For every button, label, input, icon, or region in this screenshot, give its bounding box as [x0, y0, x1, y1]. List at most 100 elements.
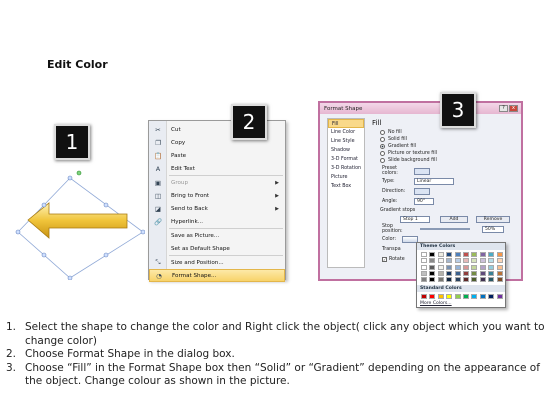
theme-color-swatch[interactable]	[479, 270, 486, 276]
sidebar-item-3d-format[interactable]: 3-D Format	[328, 155, 364, 164]
radio-button[interactable]	[380, 158, 385, 163]
standard-color-swatch[interactable]	[454, 294, 461, 299]
angle-input[interactable]: 90°	[414, 197, 434, 205]
close-button[interactable]: x	[509, 105, 518, 112]
menu-item-send-to-back[interactable]: ◪ Send to Back ▶	[149, 202, 285, 215]
menu-item-format-shape[interactable]: ◔ Format Shape...	[149, 269, 285, 282]
theme-color-swatch[interactable]	[471, 270, 478, 276]
theme-color-swatch[interactable]	[429, 270, 436, 276]
radio-button-selected[interactable]	[380, 144, 385, 149]
theme-color-swatch[interactable]	[496, 277, 503, 283]
type-select[interactable]: Linear	[414, 177, 454, 185]
theme-color-swatch[interactable]	[454, 264, 461, 270]
picture-fill-option[interactable]: Picture or texture fill	[380, 150, 437, 157]
theme-color-swatch[interactable]	[463, 277, 469, 283]
standard-color-swatch[interactable]	[437, 294, 444, 299]
theme-color-swatch[interactable]	[421, 258, 427, 264]
theme-color-swatch[interactable]	[488, 252, 495, 257]
sidebar-item-fill[interactable]: Fill	[328, 119, 364, 128]
radio-button[interactable]	[380, 151, 385, 156]
stop-position-input[interactable]: 50%	[482, 225, 504, 233]
preset-colors-button[interactable]	[414, 167, 430, 175]
standard-color-swatch[interactable]	[496, 294, 503, 299]
sidebar-item-line-style[interactable]: Line Style	[328, 137, 364, 146]
theme-color-swatch[interactable]	[454, 252, 461, 257]
theme-color-swatch[interactable]	[437, 252, 444, 257]
theme-color-swatch[interactable]	[479, 258, 486, 264]
theme-color-swatch[interactable]	[437, 270, 444, 276]
theme-color-swatch[interactable]	[429, 258, 436, 264]
menu-item-edit-text[interactable]: A Edit Text	[149, 162, 285, 175]
selected-shape[interactable]	[15, 170, 146, 281]
theme-color-swatch[interactable]	[421, 264, 427, 270]
theme-color-swatch[interactable]	[421, 277, 427, 283]
menu-item-bring-to-front[interactable]: ◫ Bring to Front ▶	[149, 189, 285, 202]
menu-item-set-as-default-shape[interactable]: Set as Default Shape	[149, 242, 285, 255]
gradient-fill-option[interactable]: Gradient fill	[380, 143, 416, 150]
sidebar-item-picture[interactable]: Picture	[328, 173, 364, 182]
add-stop-button[interactable]: Add	[440, 215, 468, 223]
theme-color-swatch[interactable]	[463, 270, 469, 276]
theme-color-swatch[interactable]	[463, 258, 469, 264]
theme-color-swatch[interactable]	[479, 277, 486, 283]
theme-color-swatch[interactable]	[446, 277, 453, 283]
theme-color-swatch[interactable]	[454, 277, 461, 283]
theme-color-swatch[interactable]	[488, 258, 495, 264]
menu-item-size-and-position[interactable]: ⤡ Size and Position...	[149, 256, 285, 269]
standard-color-swatch[interactable]	[446, 294, 453, 299]
theme-color-swatch[interactable]	[446, 252, 453, 257]
more-colors-link[interactable]: More Colors...	[420, 301, 452, 306]
sidebar-item-shadow[interactable]: Shadow	[328, 146, 364, 155]
theme-color-swatch[interactable]	[496, 270, 503, 276]
theme-color-swatch[interactable]	[496, 252, 503, 257]
sidebar-item-3d-rotation[interactable]: 3-D Rotation	[328, 164, 364, 173]
theme-color-swatch[interactable]	[471, 258, 478, 264]
theme-color-swatch[interactable]	[437, 277, 444, 283]
standard-color-swatch[interactable]	[429, 294, 436, 299]
theme-color-swatch[interactable]	[437, 264, 444, 270]
rotate-checkbox[interactable]: ✓	[382, 256, 387, 262]
standard-color-swatch[interactable]	[479, 294, 486, 299]
theme-color-swatch[interactable]	[446, 270, 453, 276]
theme-color-swatch[interactable]	[429, 264, 436, 270]
radio-button[interactable]	[380, 137, 385, 142]
sidebar-item-line-color[interactable]: Line Color	[328, 128, 364, 137]
theme-color-swatch[interactable]	[471, 252, 478, 257]
remove-stop-button[interactable]: Remove	[476, 215, 510, 223]
theme-color-swatch[interactable]	[488, 270, 495, 276]
no-fill-option[interactable]: No fill	[380, 129, 402, 136]
help-button[interactable]: ?	[499, 105, 508, 112]
solid-fill-option[interactable]: Solid fill	[380, 136, 407, 143]
menu-item-hyperlink[interactable]: 🔗 Hyperlink...	[149, 215, 285, 228]
slide-background-fill-option[interactable]: Slide background fill	[380, 157, 437, 164]
theme-color-swatch[interactable]	[446, 264, 453, 270]
theme-color-swatch[interactable]	[463, 252, 469, 257]
stop-select[interactable]: Stop 1	[400, 215, 430, 223]
theme-color-swatch[interactable]	[429, 277, 436, 283]
theme-color-swatch[interactable]	[471, 264, 478, 270]
theme-color-swatch[interactable]	[446, 258, 453, 264]
theme-color-swatch[interactable]	[421, 252, 427, 257]
theme-color-swatch[interactable]	[488, 277, 495, 283]
theme-color-swatch[interactable]	[496, 264, 503, 270]
standard-color-swatch[interactable]	[463, 294, 469, 299]
theme-color-swatch[interactable]	[496, 258, 503, 264]
theme-color-swatch[interactable]	[421, 270, 427, 276]
sidebar-item-text-box[interactable]: Text Box	[328, 182, 364, 191]
menu-item-save-as-picture[interactable]: Save as Picture...	[149, 229, 285, 242]
theme-color-swatch[interactable]	[479, 264, 486, 270]
radio-button[interactable]	[380, 130, 385, 135]
theme-color-swatch[interactable]	[429, 252, 436, 257]
theme-color-swatch[interactable]	[479, 252, 486, 257]
theme-color-swatch[interactable]	[454, 270, 461, 276]
standard-color-swatch[interactable]	[488, 294, 495, 299]
theme-color-swatch[interactable]	[454, 258, 461, 264]
standard-color-swatch[interactable]	[421, 294, 427, 299]
standard-color-swatch[interactable]	[471, 294, 478, 299]
stop-position-slider[interactable]	[420, 228, 470, 230]
menu-item-paste[interactable]: 📋 Paste	[149, 149, 285, 162]
theme-color-swatch[interactable]	[488, 264, 495, 270]
theme-color-swatch[interactable]	[437, 258, 444, 264]
direction-button[interactable]	[414, 187, 430, 195]
menu-item-group[interactable]: ▣ Group ▶	[149, 176, 285, 189]
